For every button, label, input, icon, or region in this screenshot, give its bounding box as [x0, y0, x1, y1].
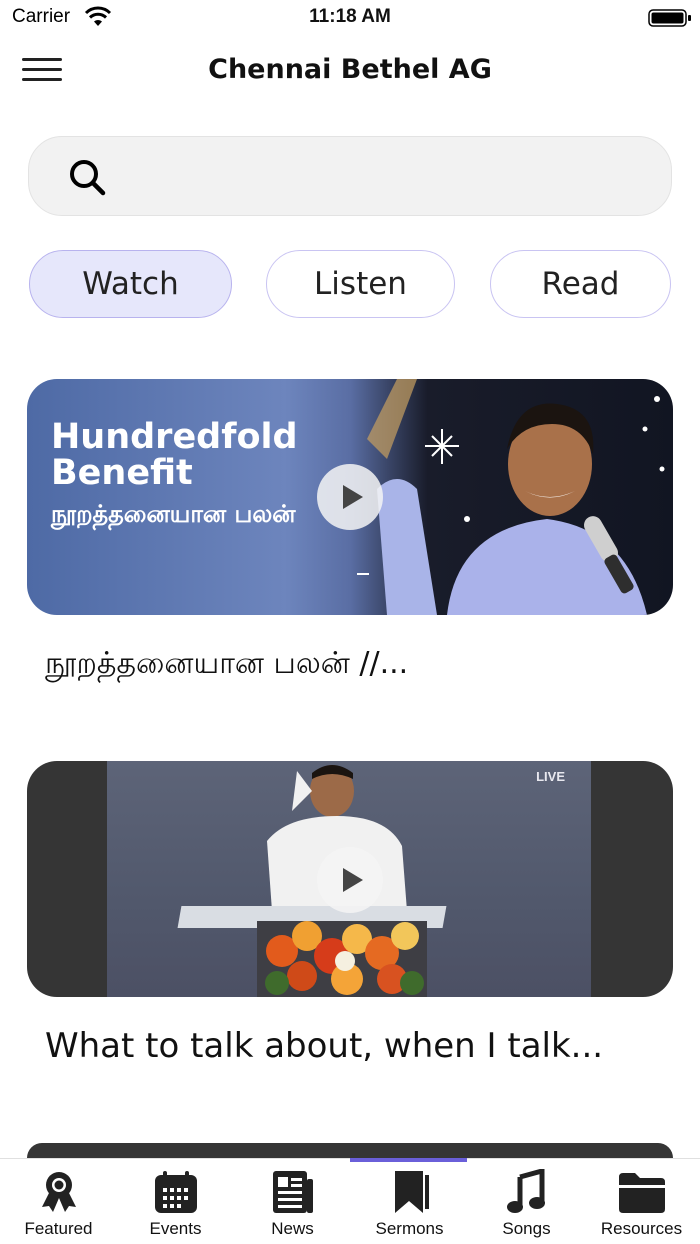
tab-label: Sermons — [375, 1219, 444, 1238]
tab-songs[interactable]: Songs — [468, 1165, 585, 1241]
thumbnail-tamil-text: நூறத்தனையான பலன் — [51, 500, 296, 528]
tab-label: Events — [149, 1219, 202, 1238]
speaker-image — [357, 379, 665, 615]
segment-watch[interactable]: Watch — [29, 250, 232, 318]
music-note-icon — [506, 1169, 545, 1213]
battery-icon — [648, 9, 691, 27]
calendar-icon — [154, 1171, 197, 1213]
award-icon — [41, 1172, 76, 1212]
tab-resources[interactable]: Resources — [583, 1165, 700, 1241]
play-button[interactable] — [317, 464, 383, 530]
sermon-title[interactable]: நூறத்தனையான பலன் //... — [45, 646, 408, 685]
sermon-thumbnail[interactable]: LIVE — [27, 761, 673, 997]
tab-featured[interactable]: Featured — [0, 1165, 117, 1241]
tab-label: Songs — [502, 1219, 551, 1238]
bookmark-icon — [394, 1171, 429, 1213]
tab-bar: Featured Events News Sermons Songs Resou… — [0, 1158, 700, 1244]
page-title: Chennai Bethel AG — [208, 54, 492, 85]
segment-listen[interactable]: Listen — [266, 250, 455, 318]
active-tab-indicator — [350, 1158, 467, 1162]
tab-label: News — [271, 1219, 314, 1238]
sermon-thumbnail[interactable]: Hundredfold Benefit நூறத்தனையான பலன் — [27, 379, 673, 615]
tab-events[interactable]: Events — [117, 1165, 234, 1241]
folder-icon — [618, 1173, 665, 1213]
clock: 11:18 AM — [309, 6, 391, 27]
status-bar: Carrier 11:18 AM — [0, 0, 700, 36]
play-button[interactable] — [317, 847, 383, 913]
newspaper-icon — [272, 1171, 313, 1213]
search-icon — [70, 160, 106, 196]
sermon-title[interactable]: What to talk about, when I talk... — [45, 1026, 603, 1066]
search-input[interactable] — [129, 153, 649, 201]
segment-read[interactable]: Read — [490, 250, 671, 318]
tab-news[interactable]: News — [234, 1165, 351, 1241]
nav-bar: Chennai Bethel AG — [0, 40, 700, 104]
search-bar[interactable] — [28, 136, 672, 216]
tab-label: Resources — [600, 1219, 683, 1238]
tab-label: Featured — [24, 1219, 93, 1238]
tab-sermons[interactable]: Sermons — [351, 1165, 468, 1241]
live-badge: LIVE — [536, 769, 565, 784]
thumbnail-headline: Hundredfold Benefit — [51, 417, 298, 493]
